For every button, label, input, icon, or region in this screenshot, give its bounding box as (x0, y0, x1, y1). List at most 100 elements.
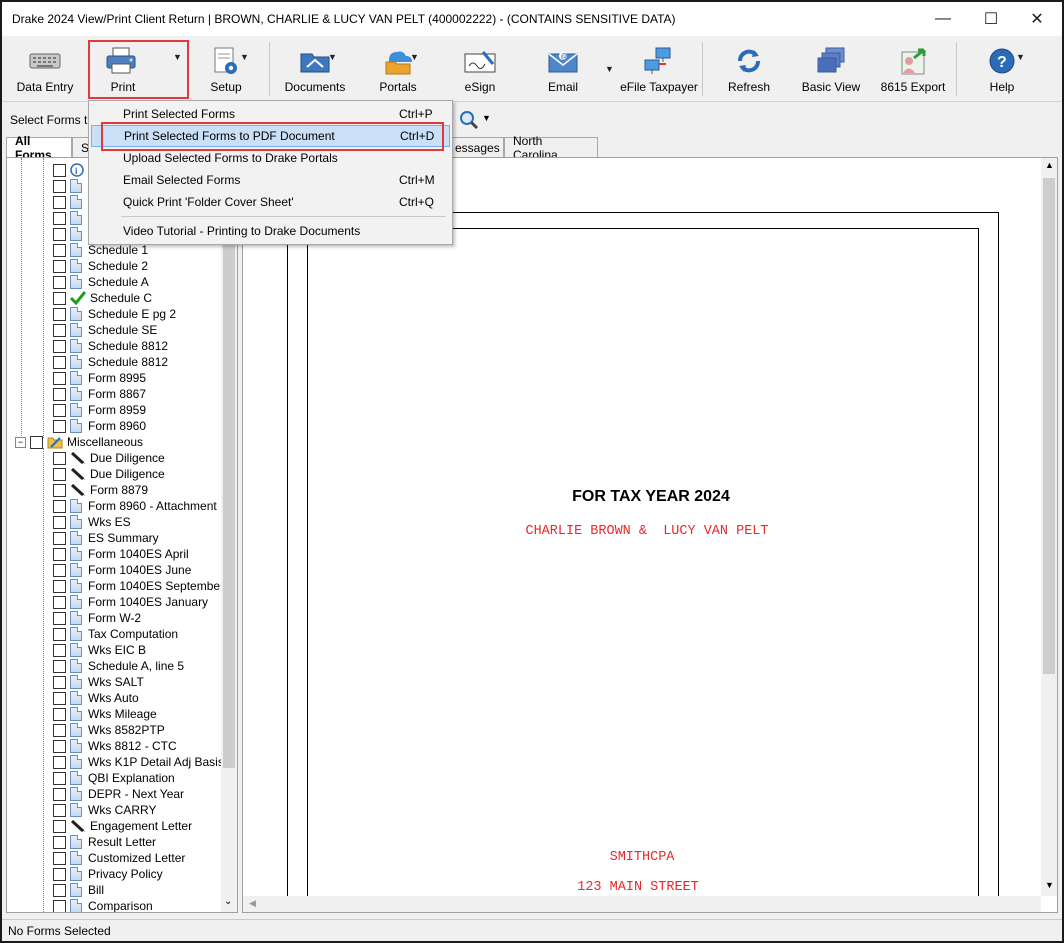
form-checkbox[interactable] (53, 611, 66, 625)
form-checkbox[interactable] (53, 211, 66, 225)
form-checkbox[interactable] (53, 403, 66, 417)
tree-item[interactable]: Schedule 8812 (53, 354, 168, 370)
tree-item[interactable]: Schedule A, line 5 (53, 658, 184, 674)
form-checkbox[interactable] (53, 275, 66, 289)
magnifier-icon[interactable] (458, 109, 480, 131)
form-checkbox[interactable] (53, 531, 66, 545)
form-checkbox[interactable] (53, 659, 66, 673)
tree-item[interactable]: Result Letter (53, 834, 156, 850)
tree-item[interactable]: Schedule SE (53, 322, 157, 338)
menu-upload-to-portals[interactable]: Upload Selected Forms to Drake Portals (91, 147, 450, 169)
tree-item-hidden[interactable] (53, 178, 88, 194)
maximize-button[interactable]: ☐ (968, 2, 1014, 36)
help-dropdown-arrow[interactable]: ▼ (1016, 52, 1026, 62)
tree-item[interactable]: QBI Explanation (53, 770, 175, 786)
form-checkbox[interactable] (53, 371, 66, 385)
data-entry-button[interactable]: Data Entry (12, 38, 78, 100)
tree-item[interactable]: Wks 8812 - CTC (53, 738, 177, 754)
email-button[interactable]: @ Email (536, 38, 590, 100)
form-checkbox[interactable] (53, 515, 66, 529)
form-checkbox[interactable] (53, 707, 66, 721)
tree-item[interactable]: Privacy Policy (53, 866, 163, 882)
form-checkbox[interactable] (53, 691, 66, 705)
form-checkbox[interactable] (53, 243, 66, 257)
form-checkbox[interactable] (53, 179, 66, 193)
tree-item[interactable]: Schedule C (53, 290, 152, 306)
efile-taxpayer-button[interactable]: eFile Taxpayer (620, 38, 698, 100)
form-checkbox[interactable] (53, 387, 66, 401)
form-checkbox[interactable] (53, 739, 66, 753)
tree-item-hidden[interactable] (53, 194, 88, 210)
tree-item[interactable]: Form 1040ES April (53, 546, 189, 562)
basic-view-button[interactable]: Basic View (798, 38, 864, 100)
refresh-button[interactable]: Refresh (720, 38, 778, 100)
form-checkbox[interactable] (53, 579, 66, 593)
tree-item[interactable]: Engagement Letter (53, 818, 192, 834)
form-checkbox[interactable] (53, 195, 66, 209)
tree-item[interactable]: Form 8995 (53, 370, 146, 386)
8615-export-button[interactable]: 8615 Export (878, 38, 948, 100)
portals-dropdown-arrow[interactable]: ▼ (410, 52, 420, 62)
form-checkbox[interactable] (53, 851, 66, 865)
tree-scrollbar[interactable]: ⌄ (221, 158, 237, 912)
tree-item-hidden[interactable] (53, 226, 88, 242)
form-checkbox[interactable] (53, 483, 66, 497)
tree-item[interactable]: Form 8867 (53, 386, 146, 402)
menu-email-selected-forms[interactable]: Email Selected Forms Ctrl+M (91, 169, 450, 191)
form-checkbox[interactable] (53, 883, 66, 897)
form-checkbox[interactable] (53, 723, 66, 737)
form-checkbox[interactable] (53, 307, 66, 321)
scroll-down-arrow[interactable]: ⌄ (224, 896, 232, 907)
tree-item[interactable]: DEPR - Next Year (53, 786, 184, 802)
preview-scroll-thumb[interactable] (1043, 178, 1055, 674)
form-checkbox[interactable] (53, 547, 66, 561)
tree-folder-miscellaneous[interactable]: − Miscellaneous (15, 434, 143, 450)
setup-dropdown-arrow[interactable]: ▼ (240, 52, 250, 62)
tree-item[interactable]: Schedule 2 (53, 258, 148, 274)
form-checkbox[interactable] (53, 499, 66, 513)
scroll-down-arrow[interactable]: ▼ (1045, 880, 1054, 890)
tree-item[interactable]: Wks ES (53, 514, 131, 530)
form-checkbox[interactable] (53, 259, 66, 273)
form-checkbox[interactable] (53, 675, 66, 689)
form-checkbox[interactable] (53, 627, 66, 641)
form-checkbox[interactable] (53, 163, 66, 177)
tree-item[interactable]: Wks EIC B (53, 642, 146, 658)
tree-item[interactable]: Wks 8582PTP (53, 722, 165, 738)
setup-button[interactable]: Setup (198, 38, 254, 100)
tree-item-hidden[interactable] (53, 210, 88, 226)
portals-button[interactable]: Portals (370, 38, 426, 100)
tree-item[interactable]: Wks SALT (53, 674, 144, 690)
tree-item[interactable]: Due Diligence (53, 466, 165, 482)
form-checkbox[interactable] (53, 563, 66, 577)
tree-item[interactable]: Tax Computation (53, 626, 178, 642)
documents-dropdown-arrow[interactable]: ▼ (328, 52, 338, 62)
tree-item[interactable]: Form W-2 (53, 610, 141, 626)
tree-item[interactable]: Form 8960 - Attachment (53, 498, 217, 514)
tree-item[interactable]: Wks Auto (53, 690, 139, 706)
form-checkbox[interactable] (53, 355, 66, 369)
close-button[interactable]: ✕ (1014, 2, 1060, 36)
preview-scrollbar-horizontal[interactable]: ◀ (243, 896, 1041, 912)
collapse-toggle-icon[interactable]: − (15, 436, 26, 448)
folder-checkbox[interactable] (30, 435, 43, 449)
form-checkbox[interactable] (53, 227, 66, 241)
documents-button[interactable]: Documents (282, 38, 348, 100)
menu-quick-print-cover-sheet[interactable]: Quick Print 'Folder Cover Sheet' Ctrl+Q (91, 191, 450, 213)
tree-item[interactable]: Form 1040ES January (53, 594, 208, 610)
tree-item[interactable]: Form 1040ES September (53, 578, 224, 594)
form-checkbox[interactable] (53, 755, 66, 769)
tree-item[interactable]: ES Summary (53, 530, 159, 546)
form-checkbox[interactable] (53, 419, 66, 433)
form-checkbox[interactable] (53, 867, 66, 881)
search-dropdown-arrow[interactable]: ▼ (482, 113, 491, 123)
tree-item[interactable]: Wks CARRY (53, 802, 156, 818)
form-checkbox[interactable] (53, 771, 66, 785)
scroll-left-arrow[interactable]: ◀ (249, 898, 256, 909)
form-checkbox[interactable] (53, 803, 66, 817)
tree-item[interactable]: Comparison (53, 898, 153, 912)
tree-item[interactable]: Schedule E pg 2 (53, 306, 176, 322)
tree-item[interactable]: Schedule 8812 (53, 338, 168, 354)
email-dropdown-arrow[interactable]: ▼ (605, 64, 615, 74)
tab-messages[interactable]: essages (446, 137, 504, 157)
